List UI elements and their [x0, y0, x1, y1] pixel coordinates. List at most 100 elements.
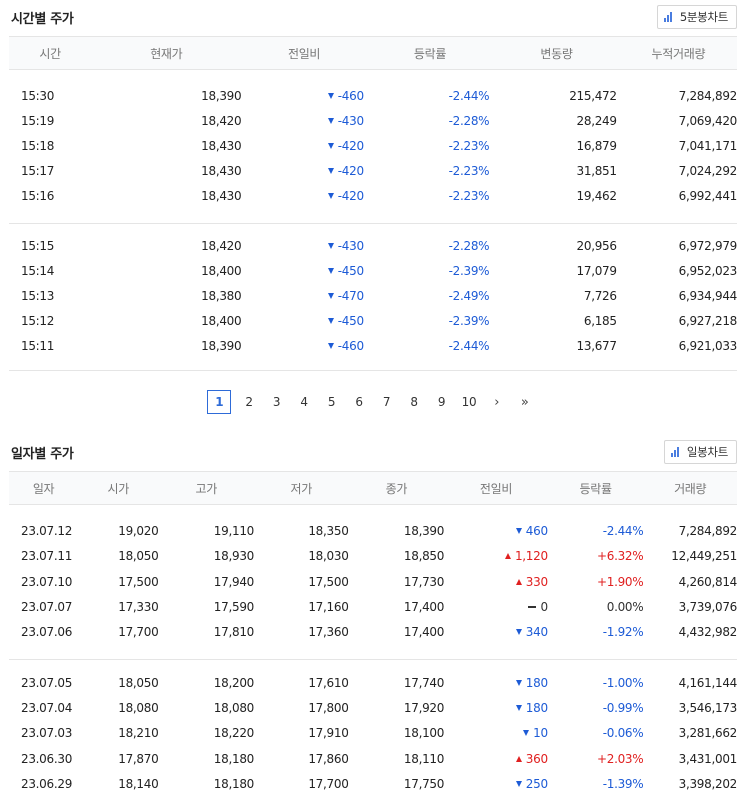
- change-cell: -460: [241, 84, 366, 109]
- daily-change-cell: 360: [444, 746, 548, 771]
- page-3-button[interactable]: 3: [263, 391, 291, 413]
- price-cell: 18,390: [201, 339, 242, 353]
- five-minute-chart-button[interactable]: 5분봉차트: [656, 5, 737, 29]
- daily-price-row: 23.07.10 17,500 17,940 17,500 17,730 330 +1.90…: [9, 569, 737, 594]
- date-cell: 23.07.05: [21, 675, 73, 690]
- low-cell: 17,800: [308, 700, 349, 715]
- high-cell: 17,810: [213, 625, 255, 640]
- close-cell: 17,730: [403, 574, 445, 589]
- col-header-low: 저가: [290, 481, 313, 496]
- change-value: 430: [341, 239, 364, 253]
- open-cell: 18,080: [118, 700, 159, 715]
- high-cell: 18,180: [213, 776, 255, 791]
- row-spacer: [9, 505, 737, 519]
- row-spacer: [9, 660, 737, 670]
- time-price-row: 15:30 18,390 -460 -2.44% 215,472 7,284,892: [9, 84, 737, 109]
- time-price-table: 시간 현재가 전일비 등락률 변동량 누적거래량 15:30 18,390 -460…: [9, 36, 737, 371]
- daily-rate-cell: -1.39%: [602, 776, 644, 791]
- daily-change-cell: 0: [444, 594, 548, 619]
- daily-volume-cell: 3,546,173: [678, 700, 737, 715]
- daily-volume-cell: 4,161,144: [678, 675, 737, 690]
- daily-chart-button[interactable]: 일봉차트: [663, 440, 737, 464]
- close-cell: 18,100: [403, 726, 445, 741]
- bar-chart-icon: [670, 447, 682, 457]
- open-cell: 18,140: [118, 776, 159, 791]
- volume-cell: 16,879: [576, 139, 618, 153]
- daily-price-row: 23.07.12 19,020 19,110 18,350 18,390 460 -2.44…: [9, 519, 737, 544]
- daily-volume-cell: 7,284,892: [678, 524, 737, 539]
- daily-change-value: 330: [525, 574, 548, 589]
- spacer-cell: [9, 644, 737, 661]
- triangle-down-icon: [515, 679, 522, 686]
- daily-chart-label: 일봉차트: [686, 445, 728, 459]
- price-cell: 18,430: [201, 139, 242, 153]
- page-9-button[interactable]: 9: [428, 391, 456, 413]
- open-cell: 17,700: [118, 625, 159, 640]
- price-cell: 18,380: [201, 289, 242, 303]
- change-value: 420: [341, 189, 364, 203]
- open-cell: 17,330: [118, 600, 159, 615]
- high-cell: 18,930: [213, 549, 255, 564]
- volume-cell: 6,185: [583, 314, 617, 328]
- page-2-button[interactable]: 2: [235, 391, 263, 413]
- daily-volume-cell: 4,432,982: [678, 625, 737, 640]
- time-cell: 15:16: [21, 189, 55, 203]
- change-cell: -460: [241, 334, 366, 359]
- date-cell: 23.07.10: [21, 574, 73, 589]
- page-10-button[interactable]: 10: [455, 391, 483, 413]
- page-5-button[interactable]: 5: [318, 391, 346, 413]
- daily-rate-cell: 0.00%: [606, 600, 644, 615]
- daily-change-cell: 250: [444, 771, 548, 796]
- rate-cell: -2.39%: [448, 264, 490, 278]
- daily-price-row: 23.07.03 18,210 18,220 17,910 18,100 10 -0.06%…: [9, 721, 737, 746]
- price-cell: 18,400: [201, 264, 242, 278]
- next-page-chevron-icon[interactable]: ›: [483, 395, 511, 410]
- change-value: 420: [341, 139, 364, 153]
- daily-change-value: 180: [525, 700, 548, 715]
- spacer-cell: [9, 208, 737, 224]
- change-value: 450: [341, 264, 364, 278]
- col-header-volume: 변동량: [540, 46, 573, 61]
- page-7-button[interactable]: 7: [373, 391, 401, 413]
- open-cell: 18,050: [118, 549, 159, 564]
- daily-rate-cell: -0.99%: [602, 700, 644, 715]
- pagination: 1 2 3 4 5 6 7 8 9 10 ›»: [9, 389, 737, 415]
- spacer-cell: [9, 358, 737, 371]
- daily-change-value: 250: [525, 776, 548, 791]
- daily-change-cell: 10: [444, 721, 548, 746]
- row-spacer: [9, 70, 737, 84]
- col-header-acc-volume: 누적거래량: [651, 46, 706, 61]
- triangle-down-icon: [327, 293, 334, 299]
- open-cell: 19,020: [118, 524, 159, 539]
- col-header-close: 종가: [385, 481, 408, 496]
- low-cell: 17,910: [308, 726, 349, 741]
- rate-cell: -2.44%: [448, 89, 490, 103]
- rate-cell: -2.23%: [448, 189, 490, 203]
- daily-change-cell: 330: [444, 569, 548, 594]
- date-cell: 23.07.07: [21, 600, 73, 615]
- close-cell: 18,390: [403, 524, 445, 539]
- last-page-double-chevron-icon[interactable]: »: [511, 395, 539, 410]
- five-minute-chart-label: 5분봉차트: [679, 10, 728, 24]
- close-cell: 18,850: [403, 549, 445, 564]
- triangle-down-icon: [327, 118, 334, 124]
- volume-cell: 215,472: [569, 89, 617, 103]
- daily-price-row: 23.07.05 18,050 18,200 17,610 17,740 180 -1.00…: [9, 670, 737, 695]
- page-1-button[interactable]: 1: [207, 390, 232, 414]
- time-cell: 15:19: [21, 114, 55, 128]
- page-8-button[interactable]: 8: [400, 391, 428, 413]
- triangle-down-icon: [515, 629, 522, 636]
- time-price-row: 15:12 18,400 -450 -2.39% 6,185 6,927,218: [9, 309, 737, 334]
- low-cell: 17,500: [308, 574, 349, 589]
- close-cell: 17,750: [403, 776, 445, 791]
- page-6-button[interactable]: 6: [345, 391, 373, 413]
- change-value: 430: [341, 114, 364, 128]
- change-cell: -470: [241, 284, 366, 309]
- page-4-button[interactable]: 4: [290, 391, 318, 413]
- price-cell: 18,420: [201, 114, 242, 128]
- triangle-up-icon: [515, 755, 522, 762]
- time-cell: 15:13: [21, 289, 55, 303]
- spacer-cell: [9, 660, 737, 670]
- triangle-down-icon: [523, 730, 530, 737]
- daily-price-row: 23.06.29 18,140 18,180 17,700 17,750 250 -1.39…: [9, 771, 737, 796]
